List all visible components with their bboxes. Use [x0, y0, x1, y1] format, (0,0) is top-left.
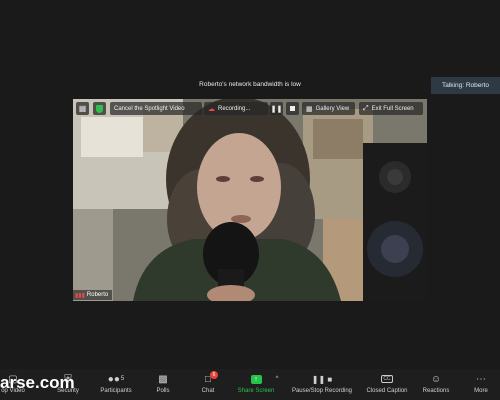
more-button[interactable]: ⋯ More: [470, 372, 492, 399]
pause-stop-recording-button[interactable]: ❚❚ ■ Pause/Stop Recording: [287, 372, 357, 399]
polls-button[interactable]: ▩ Polls: [150, 372, 176, 399]
cancel-spotlight-button[interactable]: Cancel the Spotlight Video: [110, 102, 202, 115]
chat-unread-badge: 6: [210, 371, 218, 379]
watermark: arse.com: [0, 373, 75, 392]
people-icon: ●●: [107, 373, 120, 385]
participants-button[interactable]: ●● 5 Participants: [96, 372, 136, 399]
shield-icon: [96, 104, 103, 113]
bandwidth-notice: Roberto's network bandwidth is low: [199, 81, 301, 88]
meeting-toolbar: ▢ op Video ⛨ Security ●● 5 Participants …: [0, 369, 500, 400]
share-options-chevron[interactable]: ^: [272, 372, 282, 399]
gallery-view-button[interactable]: ▦ Gallery View: [302, 102, 355, 115]
recording-status: ☁ Recording...: [204, 102, 268, 115]
cc-icon: CC: [381, 375, 393, 383]
gallery-grid-icon: ▦: [306, 105, 313, 113]
stop-recording-button[interactable]: [286, 102, 299, 115]
security-shield-button[interactable]: [93, 102, 106, 115]
closed-caption-button[interactable]: CC Closed Caption: [364, 372, 410, 399]
grid-icon: ▦: [78, 104, 87, 113]
pause-icon: ❚❚: [270, 105, 283, 113]
signal-bars-icon: ▮▮▮: [75, 292, 85, 299]
pause-recording-button[interactable]: ❚❚: [270, 102, 283, 115]
pause-stop-icon: ❚❚ ■: [311, 374, 333, 384]
video-frame: [73, 99, 427, 301]
chevron-up-icon: ^: [275, 376, 279, 382]
exit-fullscreen-icon: ⤢: [363, 104, 369, 112]
share-arrow-icon: ↑: [250, 372, 262, 386]
active-speaker-video: ▦ Cancel the Spotlight Video ☁ Recording…: [73, 99, 427, 301]
smiley-icon: ☺: [430, 373, 442, 385]
exit-full-screen-button[interactable]: ⤢ Exit Full Screen: [359, 102, 423, 115]
more-dots-icon: ⋯: [476, 373, 486, 385]
cloud-record-icon: ☁: [208, 105, 215, 113]
reactions-button[interactable]: ☺ Reactions: [420, 372, 452, 399]
talking-indicator: Talking: Roberto: [431, 77, 500, 94]
bar-chart-icon: ▩: [158, 373, 168, 385]
participants-count: 5: [120, 376, 125, 382]
chat-button[interactable]: □ 6 Chat: [194, 371, 222, 399]
view-options-button[interactable]: ▦: [76, 102, 89, 115]
participant-name-tag: ▮▮▮ Roberto: [73, 290, 113, 300]
stop-icon: [290, 106, 295, 111]
